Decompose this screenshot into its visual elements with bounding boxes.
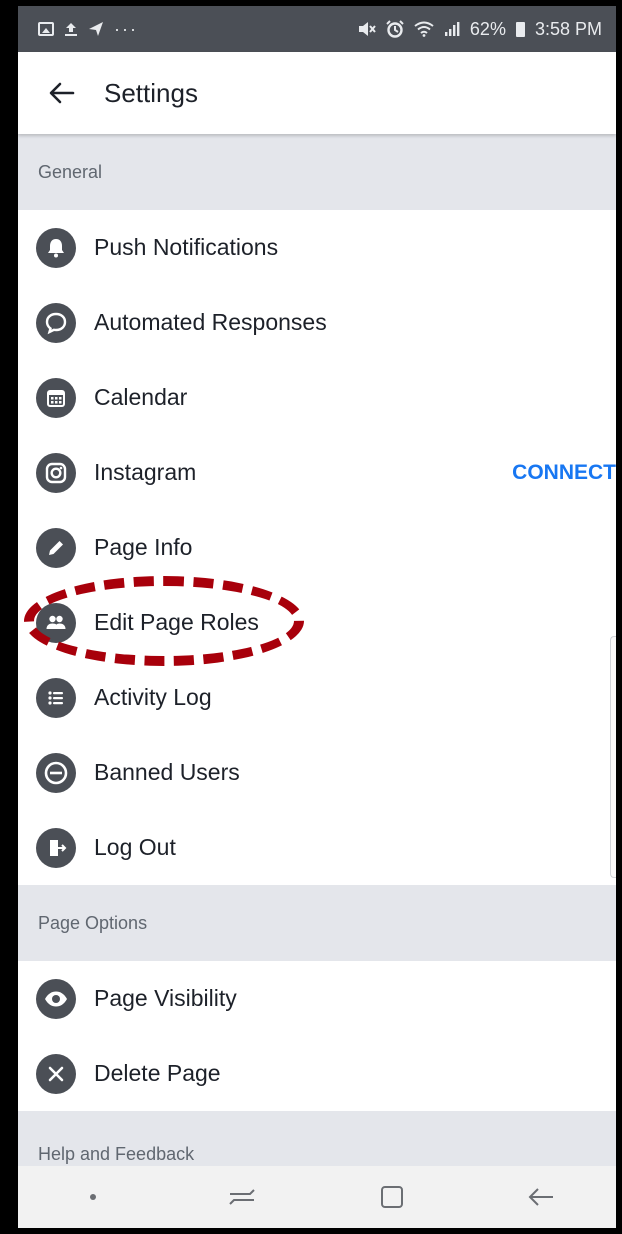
eye-icon (36, 978, 76, 1019)
upload-icon (65, 23, 77, 36)
settings-item-log-out[interactable]: Log Out (18, 810, 616, 885)
device-frame: ··· 62% 3:58 PM Settings General Push No… (0, 0, 622, 1234)
banned-users-label: Banned Users (94, 759, 240, 785)
settings-item-calendar[interactable]: Calendar (18, 360, 616, 435)
bell-icon (36, 227, 76, 268)
status-bar: ··· 62% 3:58 PM (18, 6, 616, 52)
system-back-button[interactable] (511, 1177, 571, 1217)
mute-icon (358, 22, 376, 36)
settings-item-activity-log[interactable]: Activity Log (18, 660, 616, 735)
settings-item-banned-users[interactable]: Banned Users (18, 735, 616, 810)
more-icon: ··· (114, 18, 138, 39)
settings-item-instagram[interactable]: Instagram CONNECT (18, 435, 616, 510)
chat-bubble-icon (36, 302, 76, 343)
delete-page-label: Delete Page (94, 1060, 221, 1086)
back-icon (528, 1188, 554, 1206)
pencil-icon (36, 527, 76, 568)
close-circle-icon (36, 1053, 76, 1094)
push-notifications-label: Push Notifications (94, 234, 279, 260)
page-visibility-label: Page Visibility (94, 985, 237, 1011)
send-icon (89, 22, 103, 36)
section-general-label: General (38, 161, 103, 182)
calendar-icon (36, 377, 76, 418)
minus-circle-icon (36, 752, 76, 793)
dot-button[interactable] (63, 1177, 123, 1217)
section-general: General (18, 134, 616, 210)
system-nav-bar (18, 1166, 616, 1228)
instagram-icon (36, 452, 76, 493)
screen: ··· 62% 3:58 PM Settings General Push No… (18, 6, 616, 1228)
automated-responses-label: Automated Responses (94, 309, 327, 335)
signal-icon (444, 22, 460, 36)
page-title: Settings (104, 77, 198, 108)
recent-apps-icon (229, 1189, 255, 1205)
calendar-label: Calendar (94, 384, 188, 410)
activity-log-label: Activity Log (94, 684, 212, 710)
status-time: 3:58 PM (534, 18, 602, 39)
status-left: ··· (38, 19, 138, 40)
settings-item-edit-page-roles[interactable]: Edit Page Roles (18, 585, 616, 660)
settings-item-automated-responses[interactable]: Automated Responses (18, 285, 616, 360)
home-icon (380, 1186, 403, 1208)
scrollbar[interactable] (610, 636, 616, 878)
app-header: Settings (18, 52, 616, 134)
settings-item-page-visibility[interactable]: Page Visibility (18, 961, 616, 1036)
home-button[interactable] (362, 1177, 422, 1217)
battery-icon (515, 21, 525, 37)
instagram-connect-button[interactable]: CONNECT (512, 461, 616, 485)
settings-item-page-info[interactable]: Page Info (18, 510, 616, 585)
dot-icon (89, 1194, 96, 1200)
settings-item-push-notifications[interactable]: Push Notifications (18, 210, 616, 285)
back-arrow-icon (49, 82, 75, 104)
recent-apps-button[interactable] (212, 1177, 272, 1217)
settings-item-delete-page[interactable]: Delete Page (18, 1036, 616, 1111)
back-button[interactable] (32, 82, 92, 104)
page-info-label: Page Info (94, 534, 193, 560)
alarm-icon (386, 20, 404, 38)
edit-page-roles-label: Edit Page Roles (94, 609, 259, 635)
list-icon (36, 677, 76, 718)
section-help-and-feedback: Help and Feedback (18, 1111, 616, 1171)
logout-icon (36, 827, 76, 868)
section-page-options: Page Options (18, 885, 616, 961)
battery-percent: 62% (469, 18, 506, 39)
people-icon (36, 602, 76, 643)
log-out-label: Log Out (94, 834, 176, 860)
instagram-label: Instagram (94, 459, 197, 485)
section-help-label: Help and Feedback (38, 1144, 195, 1164)
wifi-icon (414, 21, 434, 37)
status-right: 62% 3:58 PM (358, 19, 602, 40)
image-icon (38, 22, 54, 36)
section-page-options-label: Page Options (38, 912, 148, 933)
